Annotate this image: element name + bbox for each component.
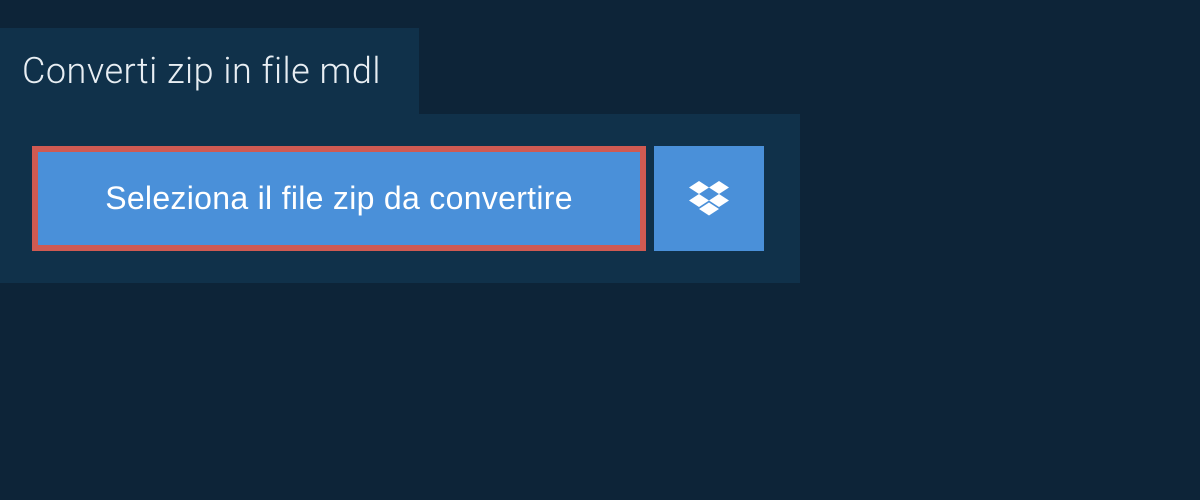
tab-header: Converti zip in file mdl (0, 28, 419, 114)
select-file-button[interactable]: Seleziona il file zip da convertire (32, 146, 646, 251)
dropbox-icon (689, 181, 729, 217)
page-title: Converti zip in file mdl (22, 50, 381, 92)
select-file-label: Seleziona il file zip da convertire (105, 180, 573, 216)
button-row: Seleziona il file zip da convertire (32, 146, 768, 251)
main-panel: Seleziona il file zip da convertire (0, 114, 800, 283)
dropbox-button[interactable] (654, 146, 764, 251)
